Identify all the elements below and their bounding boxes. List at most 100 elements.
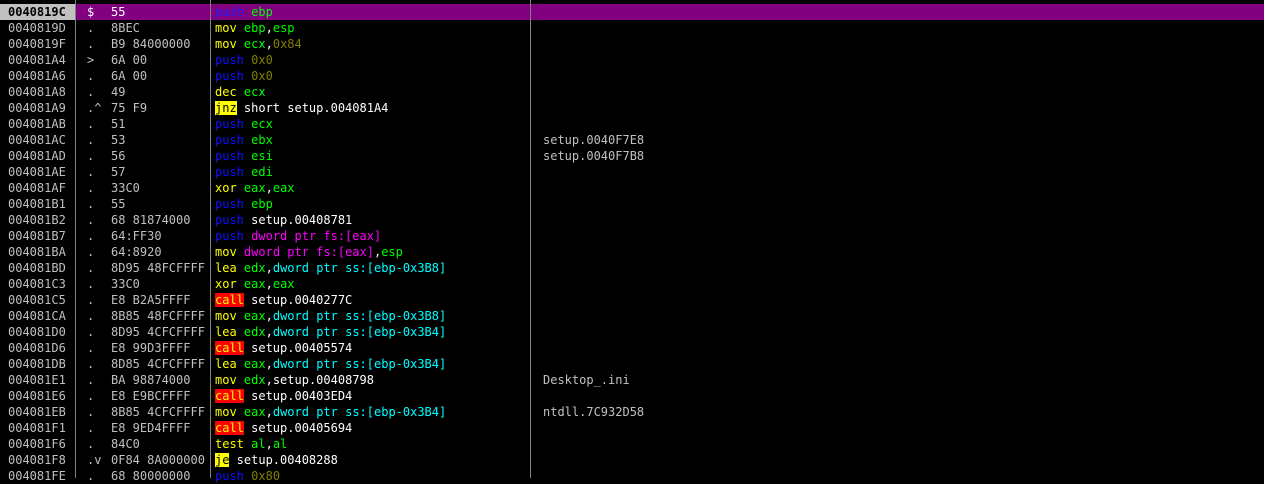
address-cell[interactable]: 004081D6	[0, 340, 75, 356]
disasm-row[interactable]: 004081C5. E8 B2A5FFFF call setup.0040277C	[0, 292, 1264, 308]
instruction-token: dword ptr fs:[eax]	[251, 229, 382, 243]
disasm-row[interactable]: 004081EB. 8B85 4CFCFFFF mov eax,dword ptr …	[0, 404, 1264, 420]
hex-bytes: 68 81874000	[111, 213, 191, 227]
disasm-row[interactable]: 004081BD. 8D95 48FCFFFF lea edx,dword ptr …	[0, 260, 1264, 276]
disasm-row[interactable]: 004081BA. 64:8920 mov dword ptr fs:[eax],e…	[0, 244, 1264, 260]
instruction-token: ecx	[251, 117, 273, 131]
address-cell[interactable]: 004081AD	[0, 148, 75, 164]
instruction: push 0x80	[215, 468, 280, 484]
disasm-row[interactable]: 004081A8. 49 dec ecx	[0, 84, 1264, 100]
instruction-token: ,	[265, 277, 273, 291]
instruction-token: ebp	[243, 21, 266, 35]
instruction-token: eax	[243, 357, 266, 371]
disasm-row[interactable]: 004081D0. 8D95 4CFCFFFF lea edx,dword ptr …	[0, 324, 1264, 340]
address-cell[interactable]: 004081BA	[0, 244, 75, 260]
instruction-token	[237, 309, 244, 323]
disasm-row[interactable]: 004081B2. 68 81874000 push setup.00408781	[0, 212, 1264, 228]
address-cell[interactable]: 004081A6	[0, 68, 75, 84]
address-cell[interactable]: 004081A9	[0, 100, 75, 116]
address: 004081FE	[8, 469, 66, 483]
disasm-row[interactable]: 004081A4 >6A 00 push 0x0	[0, 52, 1264, 68]
address-cell[interactable]: 004081CA	[0, 308, 75, 324]
address-cell[interactable]: 004081FE	[0, 468, 75, 484]
instruction-token: edx	[243, 261, 266, 275]
address-cell[interactable]: 004081EB	[0, 404, 75, 420]
disasm-row[interactable]: 004081D6. E8 99D3FFFF call setup.00405574	[0, 340, 1264, 356]
address-cell[interactable]: 0040819D	[0, 20, 75, 36]
disasm-row[interactable]: 004081AB. 51 push ecx	[0, 116, 1264, 132]
address-cell[interactable]: 004081F8	[0, 452, 75, 468]
address-cell[interactable]: 004081AE	[0, 164, 75, 180]
address: 004081BD	[8, 261, 66, 275]
disasm-row[interactable]: 004081B7. 64:FF30 push dword ptr fs:[eax]	[0, 228, 1264, 244]
instruction-token	[237, 405, 244, 419]
column-separator-hex[interactable]	[210, 0, 211, 478]
address-cell[interactable]: 004081AC	[0, 132, 75, 148]
column-separator-address[interactable]	[75, 0, 76, 478]
disasm-row[interactable]: 004081A9 .^ 75 F9 jnz short setup.004081A4	[0, 100, 1264, 116]
address-cell[interactable]: 004081E1	[0, 372, 75, 388]
disasm-row[interactable]: 004081A6. 6A 00 push 0x0	[0, 68, 1264, 84]
instruction-token: eax	[243, 405, 266, 419]
instruction-token: push	[215, 53, 244, 67]
disasm-row[interactable]: 0040819F. B9 84000000 mov ecx,0x84	[0, 36, 1264, 52]
column-separator-disasm[interactable]	[530, 0, 531, 478]
hex-bytes: 33C0	[111, 181, 140, 195]
disasm-row[interactable]: 0040819D. 8BEC mov ebp,esp	[0, 20, 1264, 36]
instruction-token: esp	[272, 21, 295, 35]
disasm-row[interactable]: 004081F1. E8 9ED4FFFF call setup.00405694	[0, 420, 1264, 436]
disasm-row[interactable]: 004081AF. 33C0 xor eax,eax	[0, 180, 1264, 196]
instruction: push edi	[215, 164, 273, 180]
disasm-row[interactable]: 004081AE. 57 push edi	[0, 164, 1264, 180]
hex-bytes: 56	[111, 149, 126, 163]
address-cell[interactable]: 004081DB	[0, 356, 75, 372]
address-cell[interactable]: 004081B2	[0, 212, 75, 228]
address-cell[interactable]: 004081AF	[0, 180, 75, 196]
address-cell[interactable]: 004081F6	[0, 436, 75, 452]
disasm-row[interactable]: 004081F6. 84C0 test al,al	[0, 436, 1264, 452]
instruction-token: ,	[265, 37, 273, 51]
disasm-row[interactable]: 004081FE. 68 80000000 push 0x80	[0, 468, 1264, 484]
disasm-row[interactable]: 004081E6. E8 E9BCFFFF call setup.00403ED4	[0, 388, 1264, 404]
disasm-row[interactable]: 004081CA. 8B85 48FCFFFF mov eax,dword ptr …	[0, 308, 1264, 324]
address-cell[interactable]: 004081F1	[0, 420, 75, 436]
address-cell[interactable]: 004081B7	[0, 228, 75, 244]
disasm-row[interactable]: 004081AC. 53 push ebx setup.0040F7E8	[0, 132, 1264, 148]
address-cell[interactable]: 004081A8	[0, 84, 75, 100]
instruction-token: call	[215, 293, 244, 307]
instruction-token: ,setup.00408798	[265, 373, 374, 387]
instruction-token: 0x0	[251, 53, 273, 67]
address-cell[interactable]: 0040819F	[0, 36, 75, 52]
disasm-row[interactable]: 004081AD. 56 push esi setup.0040F7B8	[0, 148, 1264, 164]
address-cell[interactable]: 004081A4	[0, 52, 75, 68]
disasm-row[interactable]: 004081F8 .v 0F84 8A000000 je setup.00408288	[0, 452, 1264, 468]
address-cell[interactable]: 004081C3	[0, 276, 75, 292]
address-cell[interactable]: 004081C5	[0, 292, 75, 308]
disassembly-pane[interactable]: 004081FE. 68 80000000 push 0x80 004081F8 .v 0…	[0, 0, 1264, 483]
jump-marker: .	[87, 437, 95, 451]
disasm-row[interactable]: 0040819C $55 push ebp	[0, 4, 1264, 20]
disasm-row[interactable]: 004081DB. 8D85 4CFCFFFF lea eax,dword ptr …	[0, 356, 1264, 372]
disasm-row[interactable]: 004081C3. 33C0 xor eax,eax	[0, 276, 1264, 292]
address-cell[interactable]: 004081E6	[0, 388, 75, 404]
disasm-row[interactable]: 004081E1. BA 98874000 mov edx,setup.004087…	[0, 372, 1264, 388]
address-cell[interactable]: 004081AB	[0, 116, 75, 132]
address-cell[interactable]: 0040819C	[0, 4, 75, 20]
instruction-token: dword ptr ss:[ebp-0x3B4]	[272, 405, 447, 419]
instruction: mov eax,dword ptr ss:[ebp-0x3B4]	[215, 404, 446, 420]
hex-bytes: B9 84000000	[111, 37, 191, 51]
instruction: mov ecx,0x84	[215, 36, 302, 52]
address-cell[interactable]: 004081BD	[0, 260, 75, 276]
instruction-token: setup.0040277C	[243, 293, 353, 307]
instruction-token: lea	[215, 357, 237, 371]
instruction-token: push	[215, 213, 244, 227]
disasm-row[interactable]: 004081B1. 55 push ebp	[0, 196, 1264, 212]
address-cell[interactable]: 004081D0	[0, 324, 75, 340]
instruction-token	[237, 325, 244, 339]
address-cell[interactable]: 004081B1	[0, 196, 75, 212]
address: 004081AF	[8, 181, 66, 195]
address: 004081F8	[8, 453, 66, 467]
instruction-token: call	[215, 341, 244, 355]
jump-marker: .	[87, 309, 95, 323]
instruction-token: ,	[265, 21, 273, 35]
